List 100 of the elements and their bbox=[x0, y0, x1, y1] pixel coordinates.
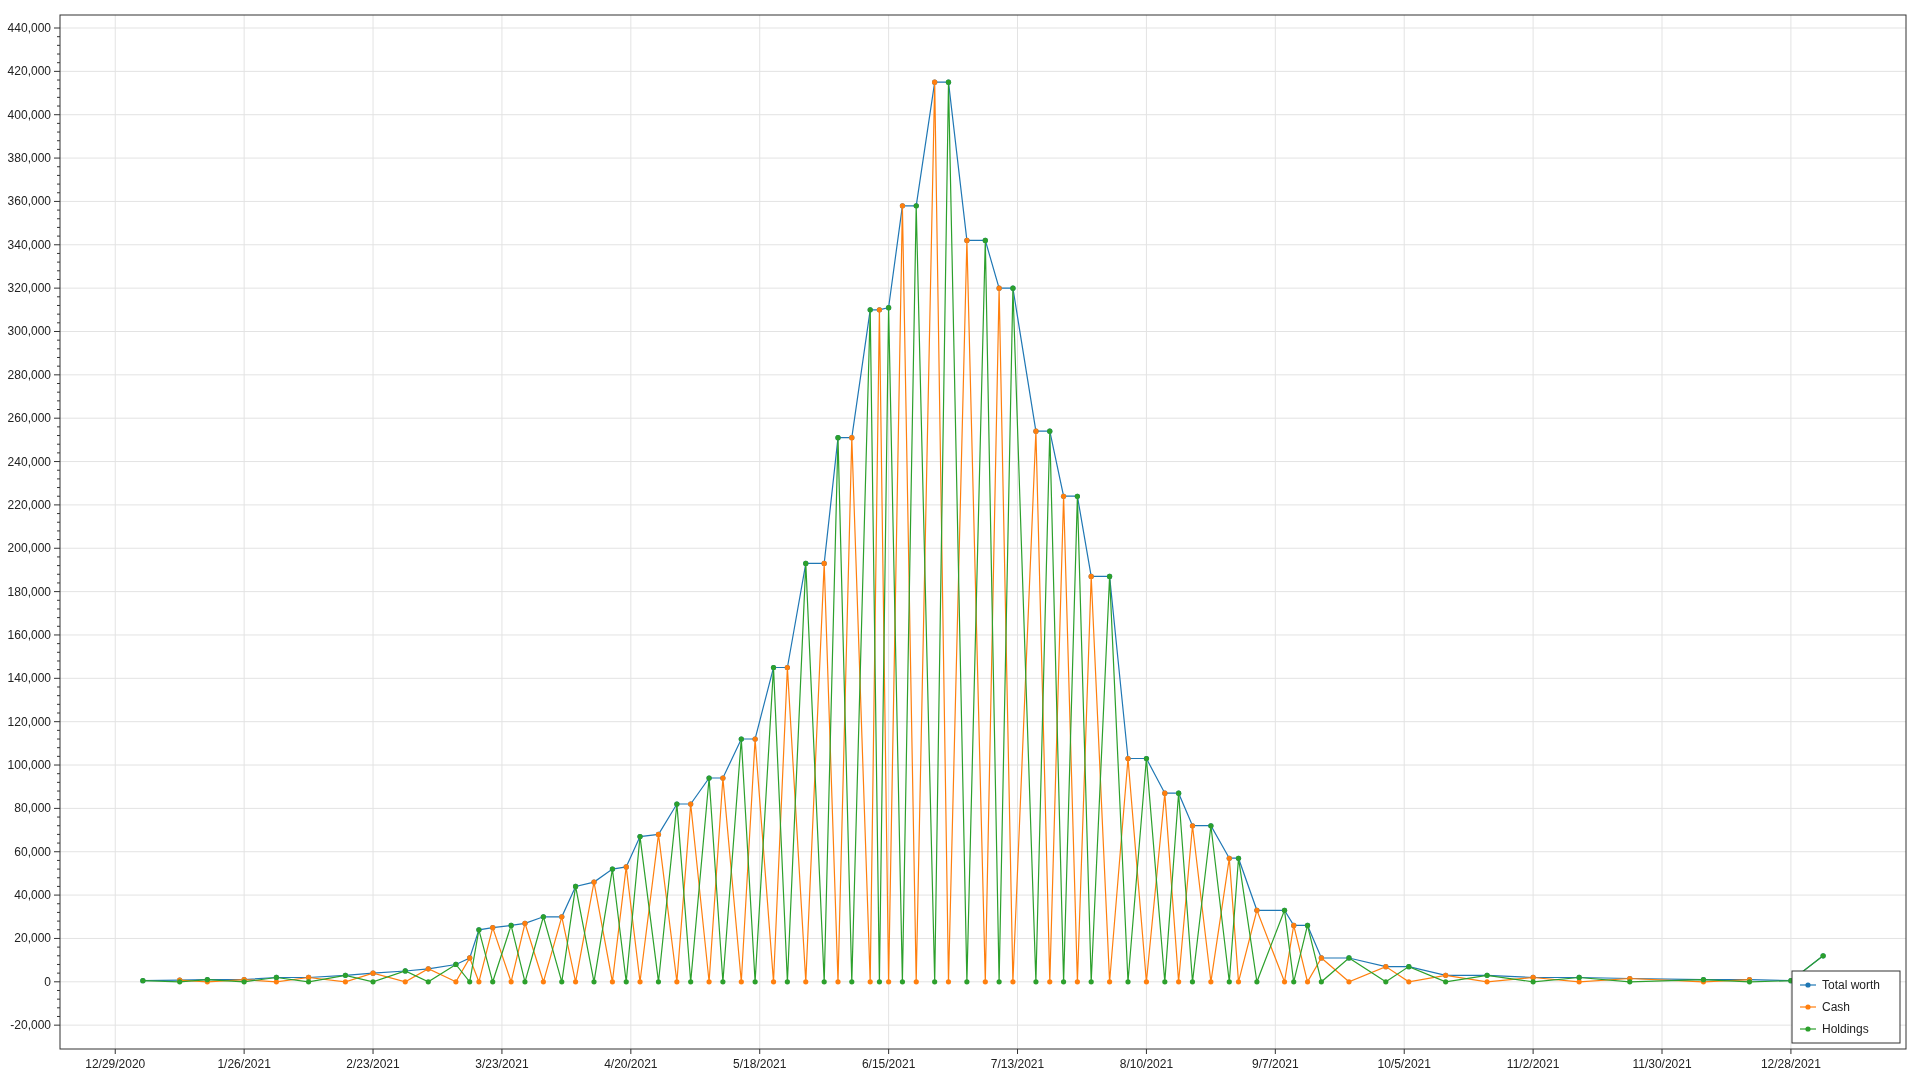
holdings-point bbox=[867, 307, 873, 313]
cash-point bbox=[849, 435, 855, 441]
cash-point bbox=[738, 979, 744, 985]
holdings-point bbox=[1346, 955, 1352, 961]
axis-label: 10/5/2021 bbox=[1377, 1057, 1431, 1071]
tick-mark bbox=[53, 851, 61, 853]
holdings-point bbox=[1318, 979, 1324, 985]
holdings-point bbox=[140, 978, 146, 984]
axis-label: 340,000 bbox=[7, 237, 51, 252]
holdings-point bbox=[1143, 755, 1149, 762]
tick-mark bbox=[53, 807, 61, 809]
holdings-point bbox=[849, 979, 855, 985]
tick-mark bbox=[53, 374, 61, 376]
holdings-point bbox=[1530, 979, 1536, 985]
holdings-point bbox=[1254, 979, 1260, 985]
cash-point bbox=[803, 979, 809, 985]
cash-point bbox=[784, 664, 790, 671]
cash-point bbox=[1291, 922, 1297, 929]
axis-label: 260,000 bbox=[7, 411, 51, 426]
tick-mark bbox=[53, 547, 61, 549]
holdings-point bbox=[1047, 428, 1053, 434]
holdings-point bbox=[1208, 823, 1214, 829]
cash-point bbox=[1208, 979, 1214, 985]
axis-label: 11/30/2021 bbox=[1632, 1057, 1692, 1071]
holdings-point bbox=[738, 736, 744, 742]
tick-mark bbox=[53, 721, 61, 723]
holdings-point bbox=[1189, 979, 1196, 985]
cash-point bbox=[522, 920, 528, 926]
tick-mark bbox=[53, 70, 61, 72]
holdings-point bbox=[370, 979, 376, 985]
axis-label: 12/29/2020 bbox=[85, 1057, 146, 1071]
tick-mark bbox=[53, 417, 61, 419]
cash-point bbox=[453, 979, 459, 985]
holdings-point bbox=[770, 664, 777, 671]
cash-point bbox=[540, 979, 546, 985]
tick-mark bbox=[53, 287, 61, 289]
cash-point bbox=[1074, 979, 1080, 985]
cash-point bbox=[1484, 979, 1490, 985]
holdings-point bbox=[591, 979, 597, 985]
cash-point bbox=[559, 914, 565, 920]
cash-point bbox=[821, 560, 827, 567]
holdings-point bbox=[964, 979, 970, 985]
holdings-point bbox=[1162, 979, 1168, 985]
tick-mark bbox=[53, 244, 61, 246]
axis-label: 0 bbox=[44, 974, 51, 989]
cash-point bbox=[655, 831, 662, 837]
cash-point bbox=[591, 879, 597, 885]
holdings-point bbox=[342, 972, 348, 978]
cash-point bbox=[886, 979, 892, 985]
cash-point bbox=[867, 979, 873, 985]
holdings-point bbox=[1107, 573, 1113, 580]
holdings-point bbox=[540, 914, 546, 920]
cash-point bbox=[1226, 855, 1232, 861]
legend-label: Total worth bbox=[1822, 978, 1881, 992]
axis-label: 5/18/2021 bbox=[733, 1057, 787, 1071]
holdings-point bbox=[453, 961, 459, 968]
cash-point bbox=[609, 979, 615, 985]
axis-label: 7/13/2021 bbox=[990, 1057, 1045, 1071]
holdings-point bbox=[1125, 979, 1131, 985]
cash-point bbox=[623, 864, 629, 870]
axis-label: 400,000 bbox=[7, 107, 51, 122]
holdings-point bbox=[674, 801, 680, 807]
holdings-point bbox=[1383, 979, 1389, 985]
cash-point bbox=[945, 979, 952, 985]
holdings-point bbox=[573, 883, 579, 889]
cash-point bbox=[770, 979, 777, 985]
tick-mark bbox=[53, 157, 61, 159]
axis-label: 360,000 bbox=[7, 194, 51, 209]
holdings-point bbox=[706, 775, 712, 781]
holdings-point bbox=[609, 866, 615, 872]
holdings-point bbox=[932, 979, 938, 985]
axis-label: 220,000 bbox=[7, 497, 51, 512]
holdings-point bbox=[996, 979, 1002, 985]
cash-point bbox=[1033, 428, 1039, 434]
axis-label: 240,000 bbox=[7, 454, 51, 469]
holdings-point bbox=[784, 979, 790, 985]
holdings-point bbox=[476, 927, 482, 933]
cash-point bbox=[706, 979, 712, 985]
cash-point bbox=[752, 736, 758, 742]
tick-mark bbox=[53, 764, 61, 766]
cash-point bbox=[876, 307, 882, 313]
axis-label: 80,000 bbox=[14, 801, 51, 816]
cash-point bbox=[835, 979, 841, 985]
holdings-point bbox=[688, 979, 694, 985]
cash-point bbox=[996, 285, 1002, 291]
holdings-point bbox=[1176, 790, 1182, 796]
cash-point bbox=[1235, 979, 1242, 985]
cash-point bbox=[490, 925, 496, 931]
axis-label: 180,000 bbox=[7, 584, 51, 599]
axis-label: 60,000 bbox=[14, 844, 51, 859]
tick-mark bbox=[53, 461, 61, 463]
cash-point bbox=[899, 203, 906, 209]
cash-point bbox=[1162, 790, 1168, 796]
tick-mark bbox=[53, 634, 61, 636]
holdings-point bbox=[1088, 979, 1094, 985]
axis-label: 420,000 bbox=[7, 64, 51, 79]
axis-label: 160,000 bbox=[7, 627, 51, 642]
cash-point bbox=[306, 974, 312, 981]
holdings-point bbox=[913, 203, 919, 209]
cash-point bbox=[402, 979, 408, 985]
